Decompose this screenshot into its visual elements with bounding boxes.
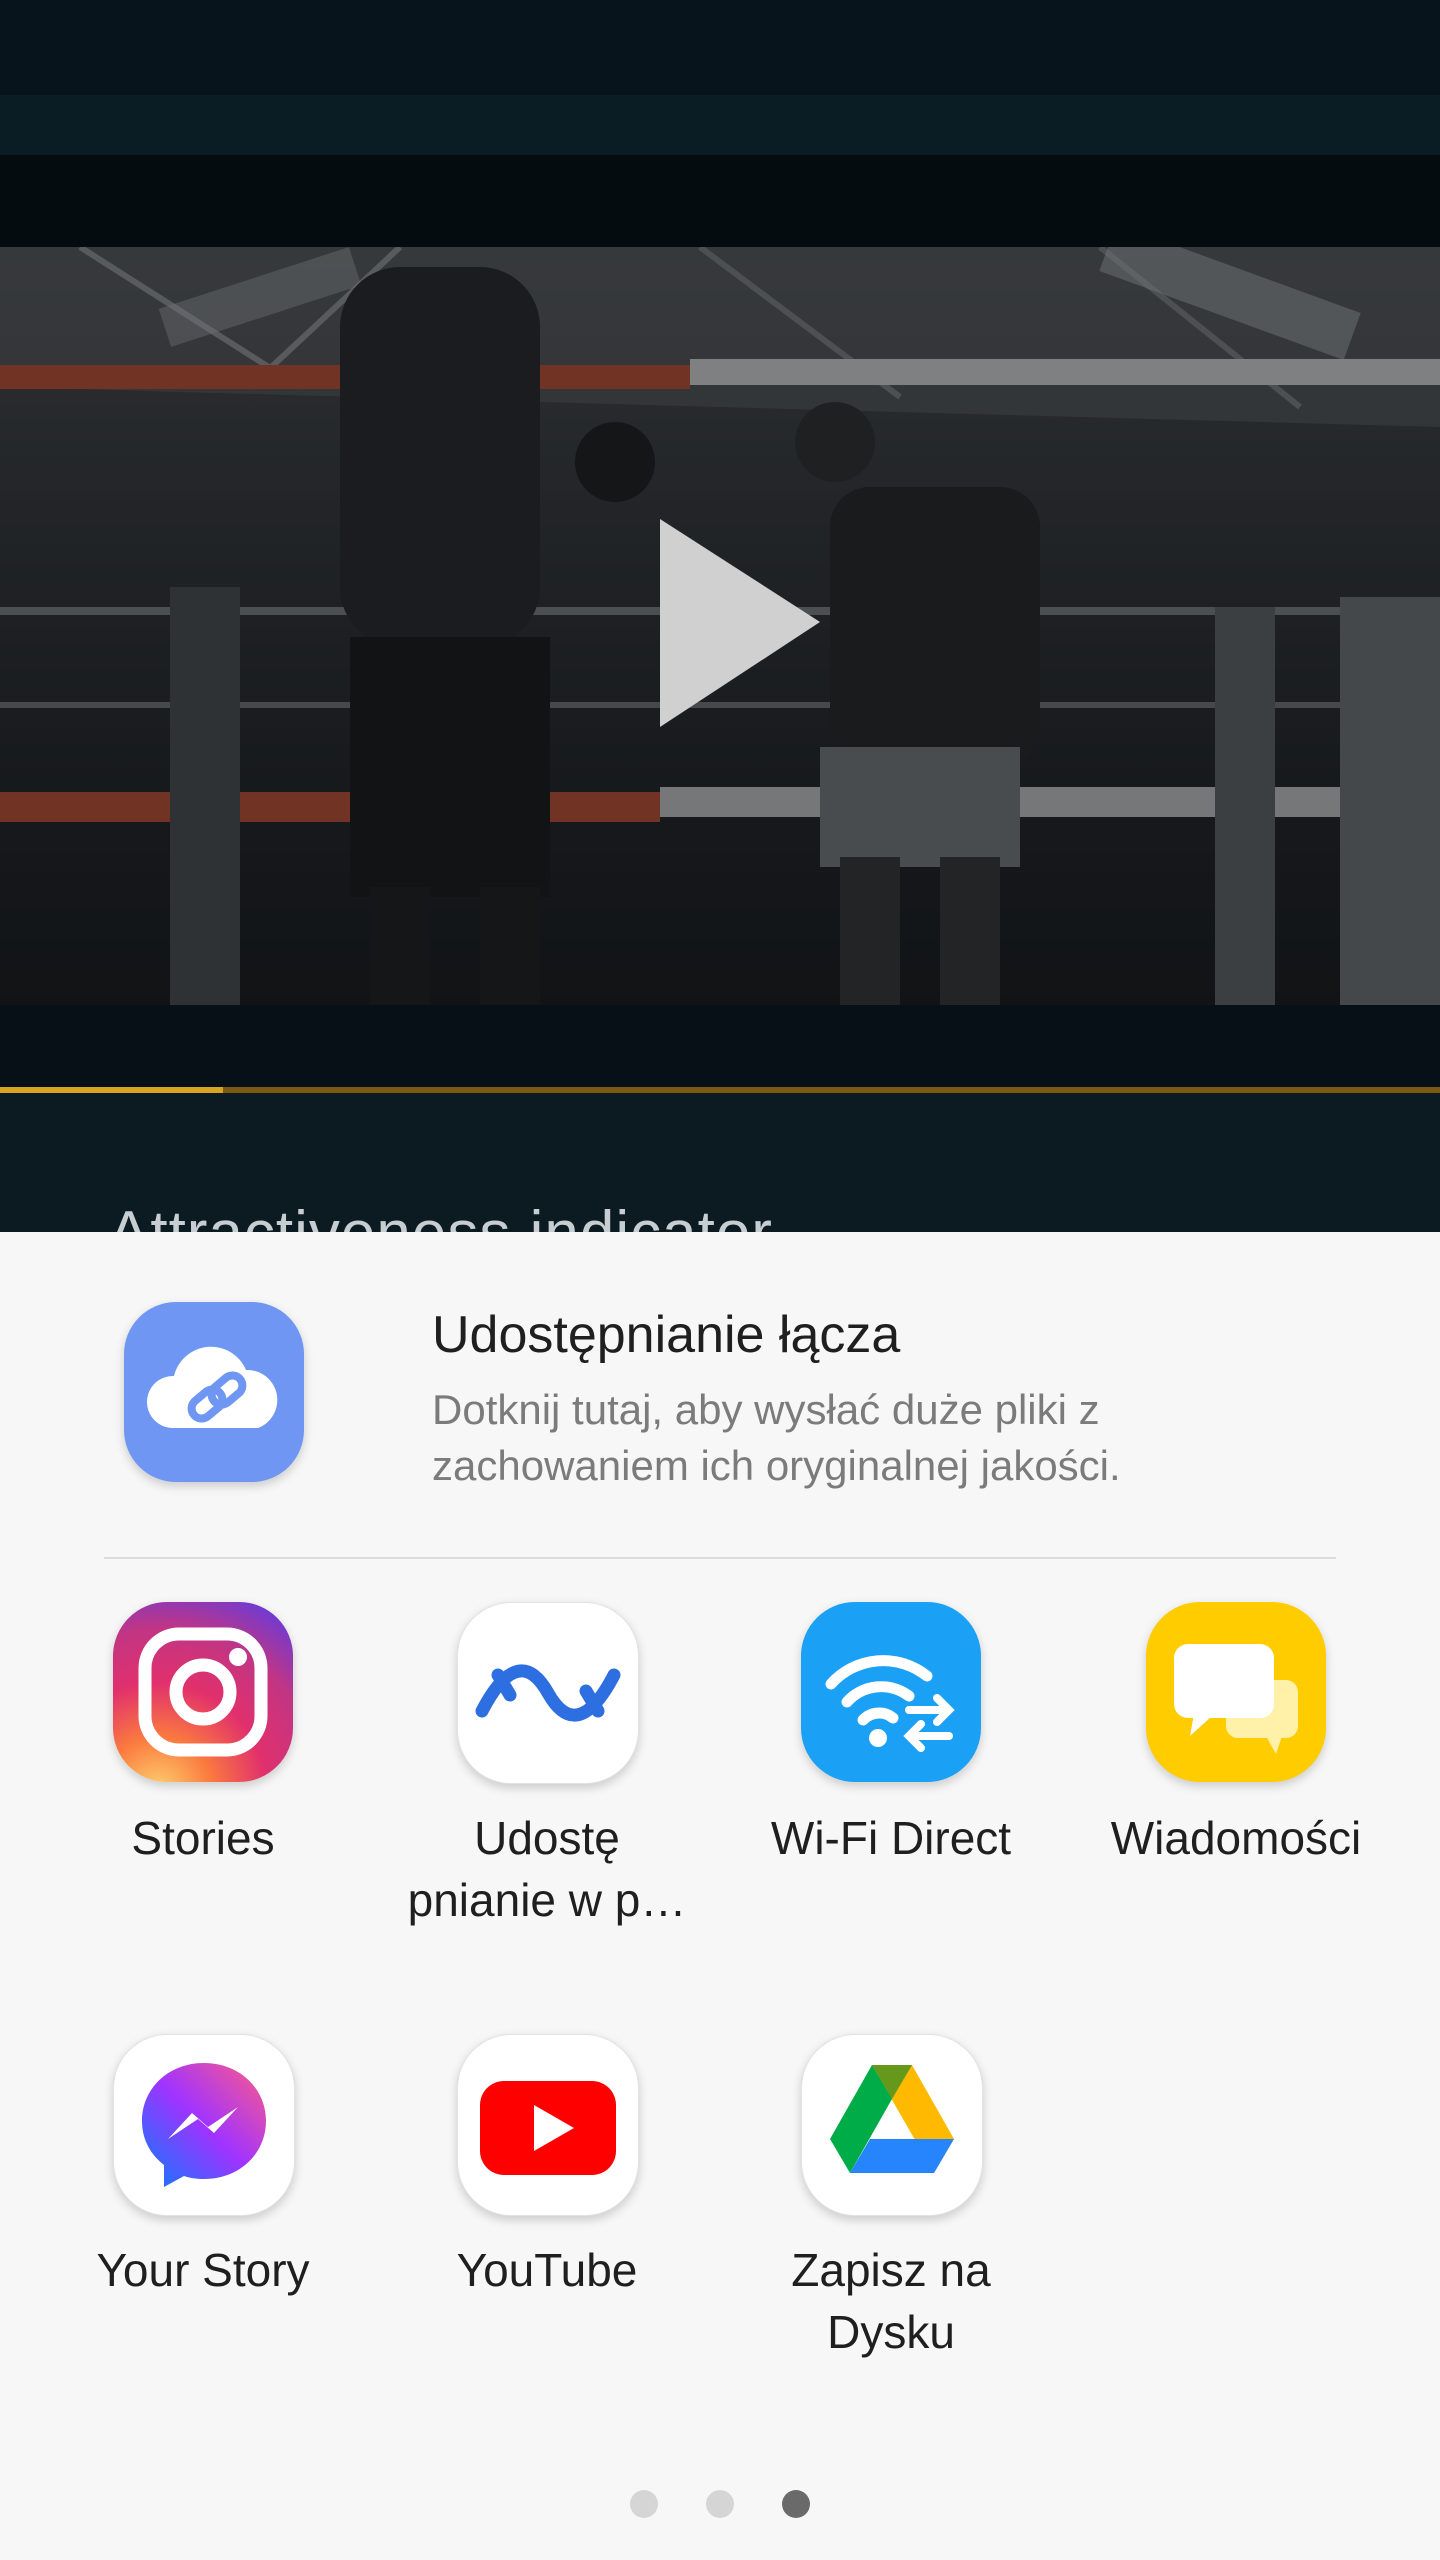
- wifi-direct-icon: [801, 1602, 981, 1782]
- share-target-messages[interactable]: Wiadomości: [1086, 1602, 1386, 1942]
- link-sharing-description: Dotknij tutaj, aby wysłać duże pliki z z…: [432, 1386, 1121, 1489]
- link-sharing-title: Udostępnianie łącza: [432, 1306, 901, 1364]
- section-title: Attractiveness indicator: [108, 1198, 773, 1233]
- content-area: Attractiveness indicator: [0, 1093, 1440, 1233]
- app-label: Wi-Fi Direct: [770, 1812, 1012, 1864]
- messenger-icon: [113, 2034, 295, 2216]
- youtube-icon: [457, 2034, 639, 2216]
- app-header-band: [0, 95, 1440, 155]
- video-top-letterbox: [0, 155, 1440, 247]
- divider: [104, 1557, 1336, 1559]
- video-player[interactable]: [0, 247, 1440, 1005]
- app-label: Stories: [131, 1812, 275, 1864]
- app-label: Udostę pnianie w p…: [407, 1812, 687, 1926]
- app-label: Zapisz na Dysku: [791, 2244, 991, 2358]
- instagram-icon: [113, 1602, 293, 1782]
- app-label: Your Story: [96, 2244, 310, 2296]
- app-label: Wiadomości: [1110, 1812, 1362, 1864]
- app-label: YouTube: [456, 2244, 638, 2296]
- page-dot[interactable]: [706, 2490, 734, 2518]
- link-sharing-option[interactable]: Udostępnianie łącza Dotknij tutaj, aby w…: [0, 1232, 1440, 1532]
- page-dot-active[interactable]: [782, 2490, 810, 2518]
- messages-icon: [1146, 1602, 1326, 1782]
- page-dot[interactable]: [630, 2490, 658, 2518]
- share-target-youtube[interactable]: YouTube: [397, 2034, 697, 2374]
- share-target-messenger-story[interactable]: Your Story: [53, 2034, 353, 2374]
- share-target-google-drive[interactable]: Zapisz na Dysku: [741, 2034, 1041, 2374]
- page-indicator: [0, 2490, 1440, 2520]
- google-drive-icon: [801, 2034, 983, 2216]
- share-sheet: Udostępnianie łącza Dotknij tutaj, aby w…: [0, 1232, 1440, 2560]
- play-icon[interactable]: [0, 247, 1440, 1005]
- app-header-bar: [0, 0, 1440, 95]
- share-target-instagram-stories[interactable]: Stories: [53, 1602, 353, 1942]
- share-target-nearby-share[interactable]: Udostę pnianie w p…: [397, 1602, 697, 1942]
- share-target-wifi-direct[interactable]: Wi-Fi Direct: [741, 1602, 1041, 1942]
- nearby-share-icon: [457, 1602, 639, 1784]
- cloud-link-icon: [124, 1302, 304, 1482]
- video-bottom-letterbox: [0, 1005, 1440, 1087]
